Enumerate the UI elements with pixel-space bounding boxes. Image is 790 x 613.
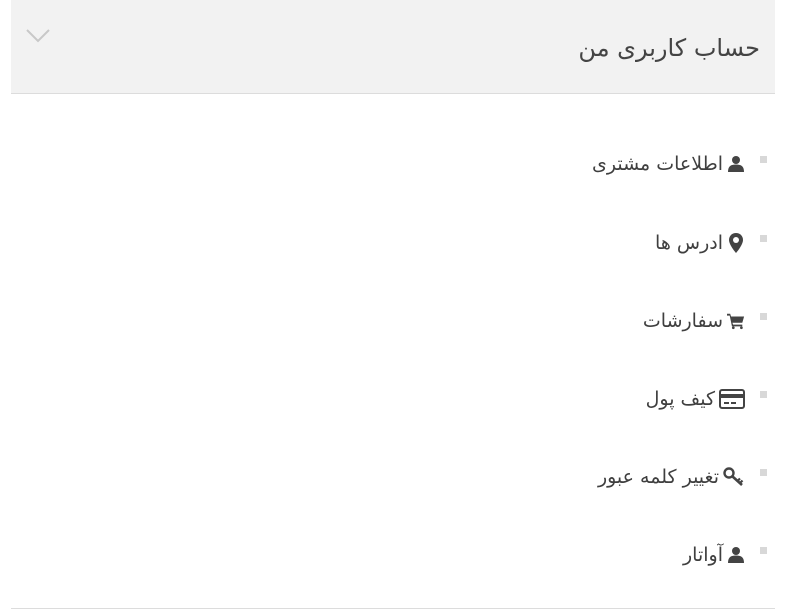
avatar-link[interactable]: آواتار <box>683 540 745 570</box>
wallet-link[interactable]: کیف پول <box>646 384 745 414</box>
orders-link[interactable]: سفارشات <box>643 306 745 336</box>
customer-info-link[interactable]: اطلاعات مشتری <box>592 149 745 179</box>
list-bullet <box>760 547 767 554</box>
map-marker-icon <box>727 233 745 253</box>
user-icon <box>727 546 745 564</box>
list-bullet <box>760 469 767 476</box>
key-icon <box>723 467 745 486</box>
list-bullet <box>760 235 767 242</box>
menu-item-avatar: آواتار <box>11 540 775 580</box>
addresses-link[interactable]: ادرس ها <box>655 228 745 258</box>
menu-label: سفارشات <box>642 310 723 332</box>
shopping-cart-icon <box>727 312 745 330</box>
list-bullet <box>760 391 767 398</box>
list-bullet <box>760 313 767 320</box>
panel-title: حساب کاربری من <box>578 34 760 62</box>
menu-item-wallet: کیف پول <box>11 384 775 424</box>
menu-label: کیف پول <box>645 388 715 410</box>
menu-item-addresses: ادرس ها <box>11 228 775 268</box>
menu-item-change-password: تغییر کلمه عبور <box>11 462 775 502</box>
menu-label: اطلاعات مشتری <box>591 153 723 175</box>
menu-label: ادرس ها <box>655 232 723 254</box>
menu-item-customer-info: اطلاعات مشتری <box>11 149 775 189</box>
bottom-divider <box>11 608 775 609</box>
list-bullet <box>760 156 767 163</box>
menu-item-orders: سفارشات <box>11 306 775 346</box>
credit-card-icon <box>719 389 745 409</box>
user-icon <box>727 155 745 173</box>
change-password-link[interactable]: تغییر کلمه عبور <box>598 462 745 492</box>
menu-label: تغییر کلمه عبور <box>597 466 719 488</box>
chevron-down-icon[interactable] <box>24 26 52 46</box>
menu-label: آواتار <box>683 544 723 566</box>
account-panel-header[interactable]: حساب کاربری من <box>11 0 775 94</box>
account-panel: حساب کاربری من اطلاعات مشتری ادرس ها سفا… <box>11 0 775 613</box>
